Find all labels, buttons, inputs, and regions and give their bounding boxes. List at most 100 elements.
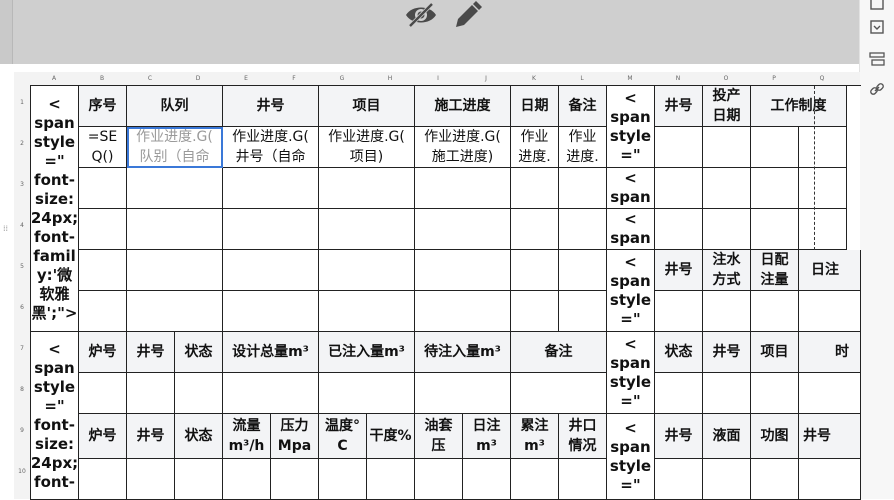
span-cell-m4[interactable]: < span [607,209,655,250]
empty-cell[interactable] [703,127,751,168]
t3-header-temp[interactable]: 温度° C [319,414,367,459]
empty-cell[interactable] [703,291,751,332]
t3-header-wellhead[interactable]: 井口 情况 [559,414,607,459]
t3-header-pool[interactable]: 炉号 [79,414,127,459]
empty-cell[interactable] [559,291,607,332]
right3-header-status[interactable]: 状态 [655,332,703,373]
empty-cell[interactable] [127,250,223,291]
column-header[interactable]: Q [798,72,846,85]
right1-header-well[interactable]: 井号 [655,86,703,127]
t3-header-flow[interactable]: 流量 m³/h [223,414,271,459]
empty-cell[interactable] [319,291,415,332]
empty-cell[interactable] [415,209,511,250]
empty-cell[interactable] [127,459,175,500]
right3-header-well[interactable]: 井号 [703,332,751,373]
row-header[interactable]: 8 [14,386,30,393]
right3-header-time[interactable]: 时 [799,332,861,373]
t3-header-daily[interactable]: 日注 m³ [463,414,511,459]
row-header[interactable]: 5 [14,263,30,270]
column-header[interactable]: L [558,72,606,85]
empty-cell[interactable] [751,373,799,414]
empty-cell[interactable] [319,168,415,209]
empty-cell[interactable] [511,168,559,209]
empty-cell[interactable] [79,373,127,414]
empty-cell[interactable] [319,459,367,500]
header-progress[interactable]: 施工进度 [415,86,511,127]
empty-cell[interactable] [223,250,319,291]
t2-header-pool[interactable]: 炉号 [79,332,127,373]
link-icon[interactable] [868,80,886,98]
column-header[interactable]: M [606,72,654,85]
header-seq[interactable]: 序号 [79,86,127,127]
right1-header-date[interactable]: 投产 日期 [703,86,751,127]
empty-cell[interactable] [703,168,751,209]
column-header[interactable]: B [78,72,126,85]
column-header[interactable]: H [366,72,414,85]
column-header[interactable]: G [318,72,366,85]
empty-cell[interactable] [415,168,511,209]
column-header[interactable]: E [222,72,270,85]
empty-cell[interactable] [655,291,703,332]
right4-header-level[interactable]: 液面 [703,414,751,459]
header-team[interactable]: 队列 [127,86,223,127]
span-cell-m9[interactable]: < span style =" [607,414,655,500]
span-cell-m5[interactable]: < span style =" [607,250,655,332]
empty-cell[interactable] [799,209,847,250]
row-header[interactable]: 4 [14,222,30,229]
empty-cell[interactable] [655,459,703,500]
empty-cell[interactable] [223,209,319,250]
formula-cell-project[interactable]: 作业进度.G( 项目) [319,127,415,168]
empty-cell[interactable] [319,209,415,250]
t2-header-well[interactable]: 井号 [127,332,175,373]
right2-header-method[interactable]: 注水 方式 [703,250,751,291]
empty-cell[interactable] [751,127,799,168]
right4-header-chart[interactable]: 功图 [751,414,799,459]
empty-cell[interactable] [751,291,799,332]
empty-cell[interactable] [751,168,799,209]
span-cell-a-top[interactable]: < span style =" font- size: 24px; font- … [31,86,79,332]
formula-cell-progress[interactable]: 作业进度.G( 施工进度) [415,127,511,168]
empty-cell[interactable] [319,250,415,291]
dropdown-box-icon[interactable] [868,18,886,36]
empty-cell[interactable] [319,373,415,414]
row-header[interactable]: 9 [14,427,30,434]
right2-header-well[interactable]: 井号 [655,250,703,291]
column-header[interactable]: A [30,72,78,85]
empty-cell[interactable] [415,459,463,500]
empty-cell[interactable] [703,209,751,250]
header-well[interactable]: 井号 [223,86,319,127]
t3-header-cumulative[interactable]: 累注 m³ [511,414,559,459]
right3-header-project[interactable]: 项目 [751,332,799,373]
row-header[interactable]: 7 [14,345,30,352]
t3-header-well[interactable]: 井号 [127,414,175,459]
empty-cell[interactable] [127,291,223,332]
empty-cell[interactable] [559,250,607,291]
empty-cell[interactable] [799,127,847,168]
empty-cell[interactable] [79,291,127,332]
right2-header-daily-inj[interactable]: 日注 [799,250,861,291]
empty-cell[interactable] [799,168,847,209]
column-header[interactable]: P [750,72,798,85]
header-date[interactable]: 日期 [511,86,559,127]
empty-cell[interactable] [655,209,703,250]
empty-cell[interactable] [79,459,127,500]
right1-header-system[interactable]: 工作制度 [751,86,847,127]
empty-cell[interactable] [511,209,559,250]
formula-cell-well[interactable]: 作业进度.G( 井号（自命 [223,127,319,168]
header-project[interactable]: 项目 [319,86,415,127]
empty-cell[interactable] [79,250,127,291]
empty-cell[interactable] [127,168,223,209]
empty-cell[interactable] [511,373,607,414]
empty-cell[interactable] [799,459,861,500]
empty-cell[interactable] [175,373,223,414]
row-header[interactable]: 3 [14,181,30,188]
t2-header-note[interactable]: 备注 [511,332,607,373]
empty-cell[interactable] [559,459,607,500]
empty-cell[interactable] [559,209,607,250]
header-note[interactable]: 备注 [559,86,607,127]
empty-cell[interactable] [79,168,127,209]
formula-cell-note[interactable]: 作业 进度. [559,127,607,168]
empty-cell[interactable] [223,291,319,332]
column-header[interactable]: I [414,72,462,85]
empty-cell[interactable] [415,250,511,291]
